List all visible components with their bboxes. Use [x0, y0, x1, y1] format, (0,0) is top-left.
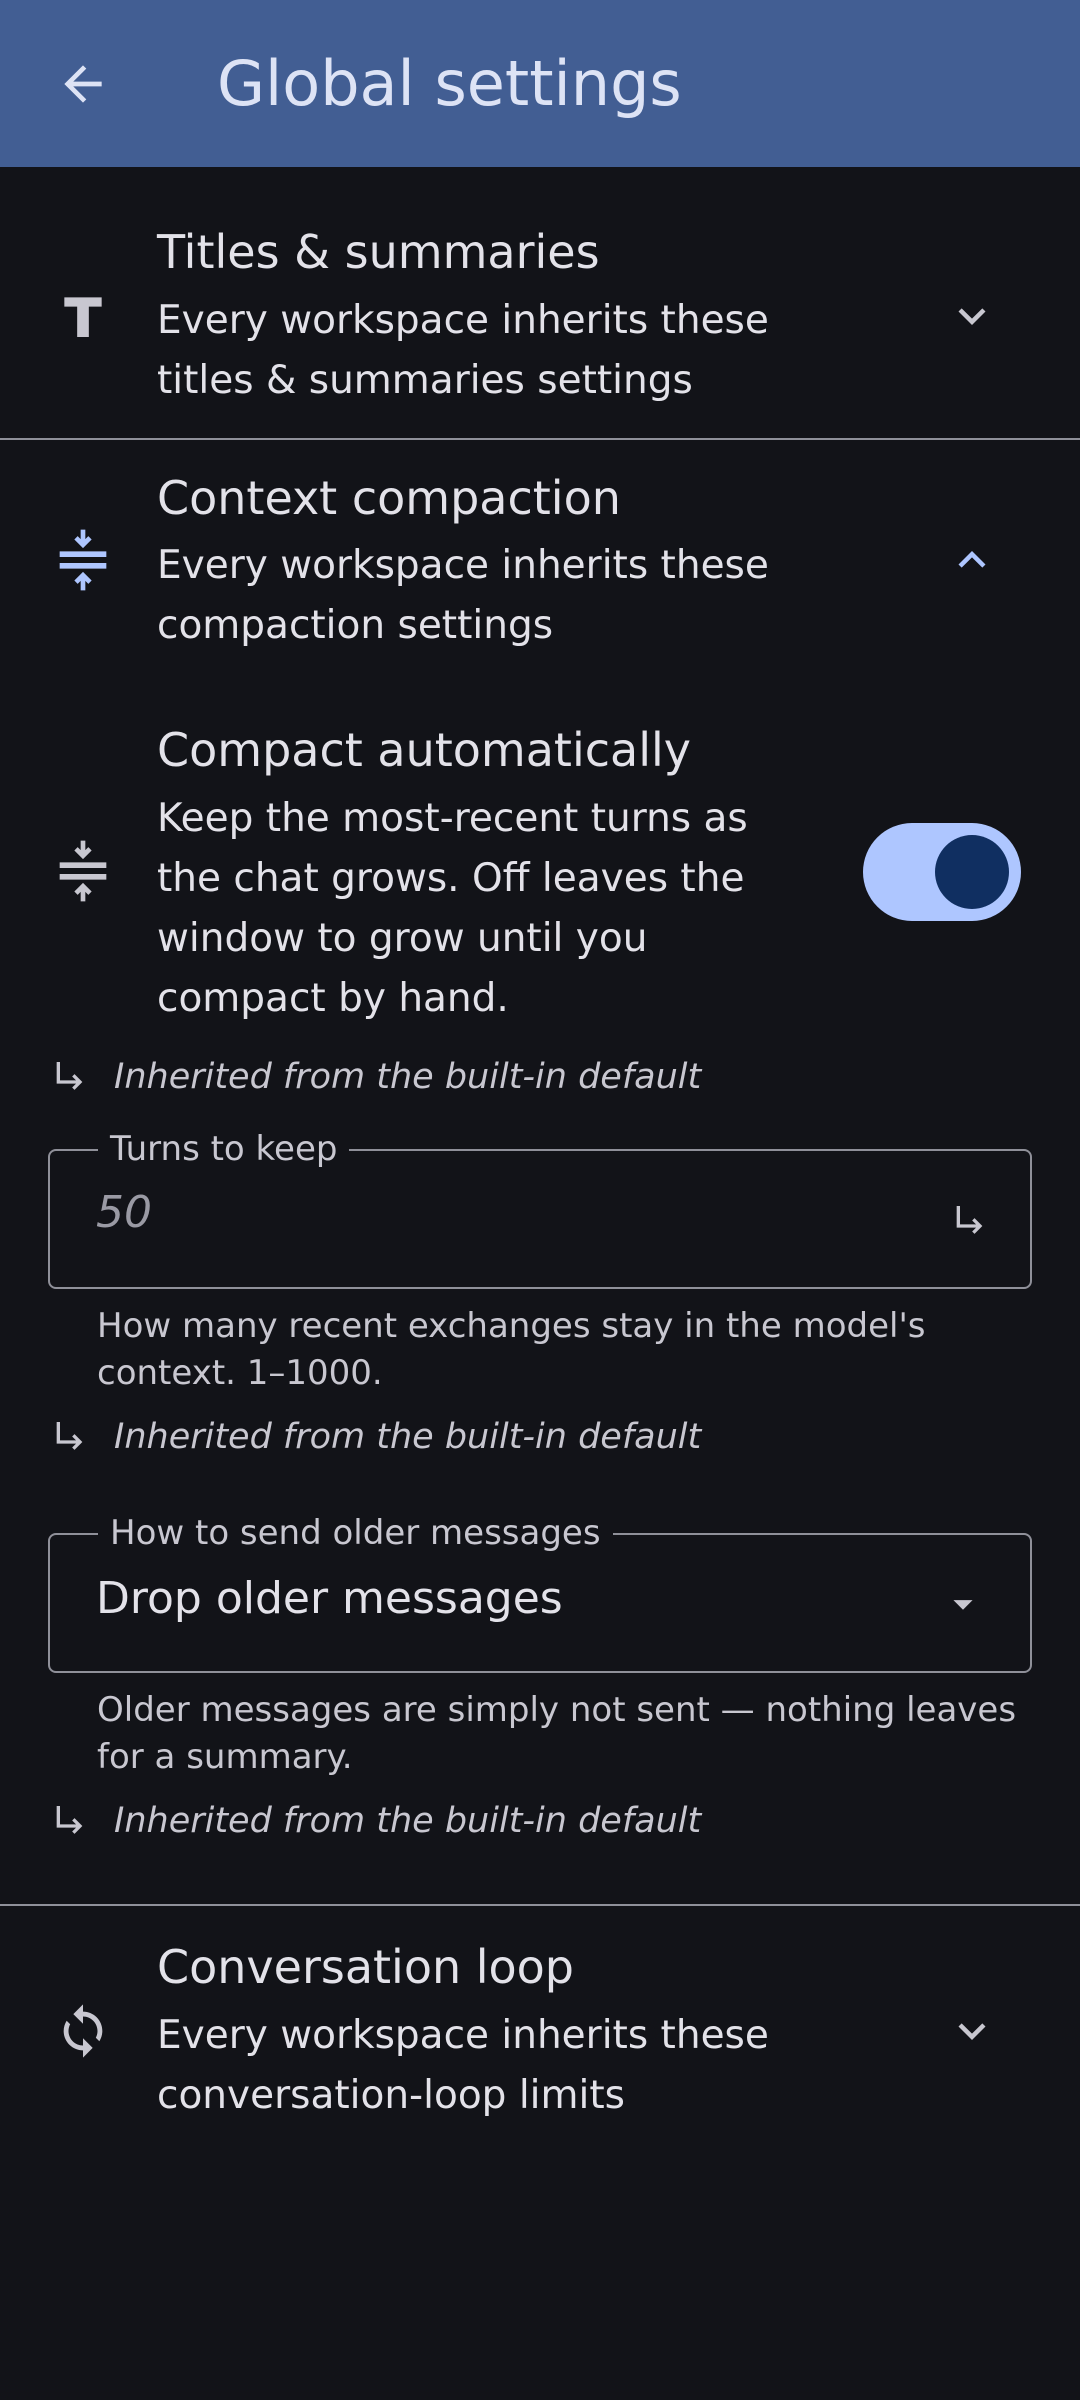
compress-icon — [50, 838, 116, 904]
inherited-note: Inherited from the built-in default — [50, 1412, 701, 1462]
arrow-left-icon — [64, 65, 102, 103]
field-label: Turns to keep — [98, 1124, 350, 1174]
section-title: Titles & summaries — [157, 225, 600, 279]
selected-value: Drop older messages — [96, 1573, 563, 1624]
sync-icon — [50, 1998, 116, 2064]
section-subtitle: Every workspace inherits these compactio… — [157, 543, 769, 648]
subdirectory-arrow-icon — [56, 1062, 83, 1090]
send-mode-select[interactable]: How to send older messages Drop older me… — [48, 1508, 1032, 1673]
subdirectory-arrow-icon — [56, 1806, 83, 1834]
compress-icon — [50, 527, 116, 593]
toggle-knob — [935, 835, 1009, 909]
section-subtitle: Every workspace inherits these titles & … — [157, 298, 769, 403]
setting-description: Keep the most-recent turns as the chat g… — [157, 796, 748, 1021]
field-label: How to send older messages — [98, 1508, 613, 1558]
dropdown-arrow-icon — [953, 1600, 973, 1610]
inherited-note: Inherited from the built-in default — [50, 1052, 701, 1102]
page-title: Global settings — [217, 47, 682, 120]
section-title: Context compaction — [157, 471, 621, 525]
back-button[interactable] — [40, 44, 126, 124]
section-divider — [0, 1904, 1080, 1906]
setting-title: Compact automatically — [157, 723, 692, 777]
text-t-icon — [50, 283, 116, 349]
subdirectory-arrow-icon — [56, 1422, 83, 1450]
app-bar: Global settings — [0, 0, 1080, 167]
subdirectory-arrow-icon — [956, 1206, 983, 1234]
section-divider — [0, 438, 1080, 440]
turns-helper-text: How many recent exchanges stay in the mo… — [97, 1306, 926, 1393]
chevron-down-icon[interactable] — [942, 2001, 1002, 2061]
chevron-down-icon[interactable] — [942, 286, 1002, 346]
send-mode-helper-text: Older messages are simply not sent — not… — [97, 1690, 1017, 1777]
section-subtitle: Every workspace inherits these conversat… — [157, 2013, 769, 2118]
chevron-up-icon[interactable] — [942, 530, 1002, 590]
inherited-note: Inherited from the built-in default — [50, 1796, 701, 1846]
compact-automatically-toggle[interactable] — [863, 823, 1021, 921]
section-title: Conversation loop — [157, 1940, 575, 1994]
turns-to-keep-field[interactable]: Turns to keep 50 — [48, 1124, 1032, 1289]
turns-to-keep-input[interactable]: 50 — [96, 1187, 152, 1238]
